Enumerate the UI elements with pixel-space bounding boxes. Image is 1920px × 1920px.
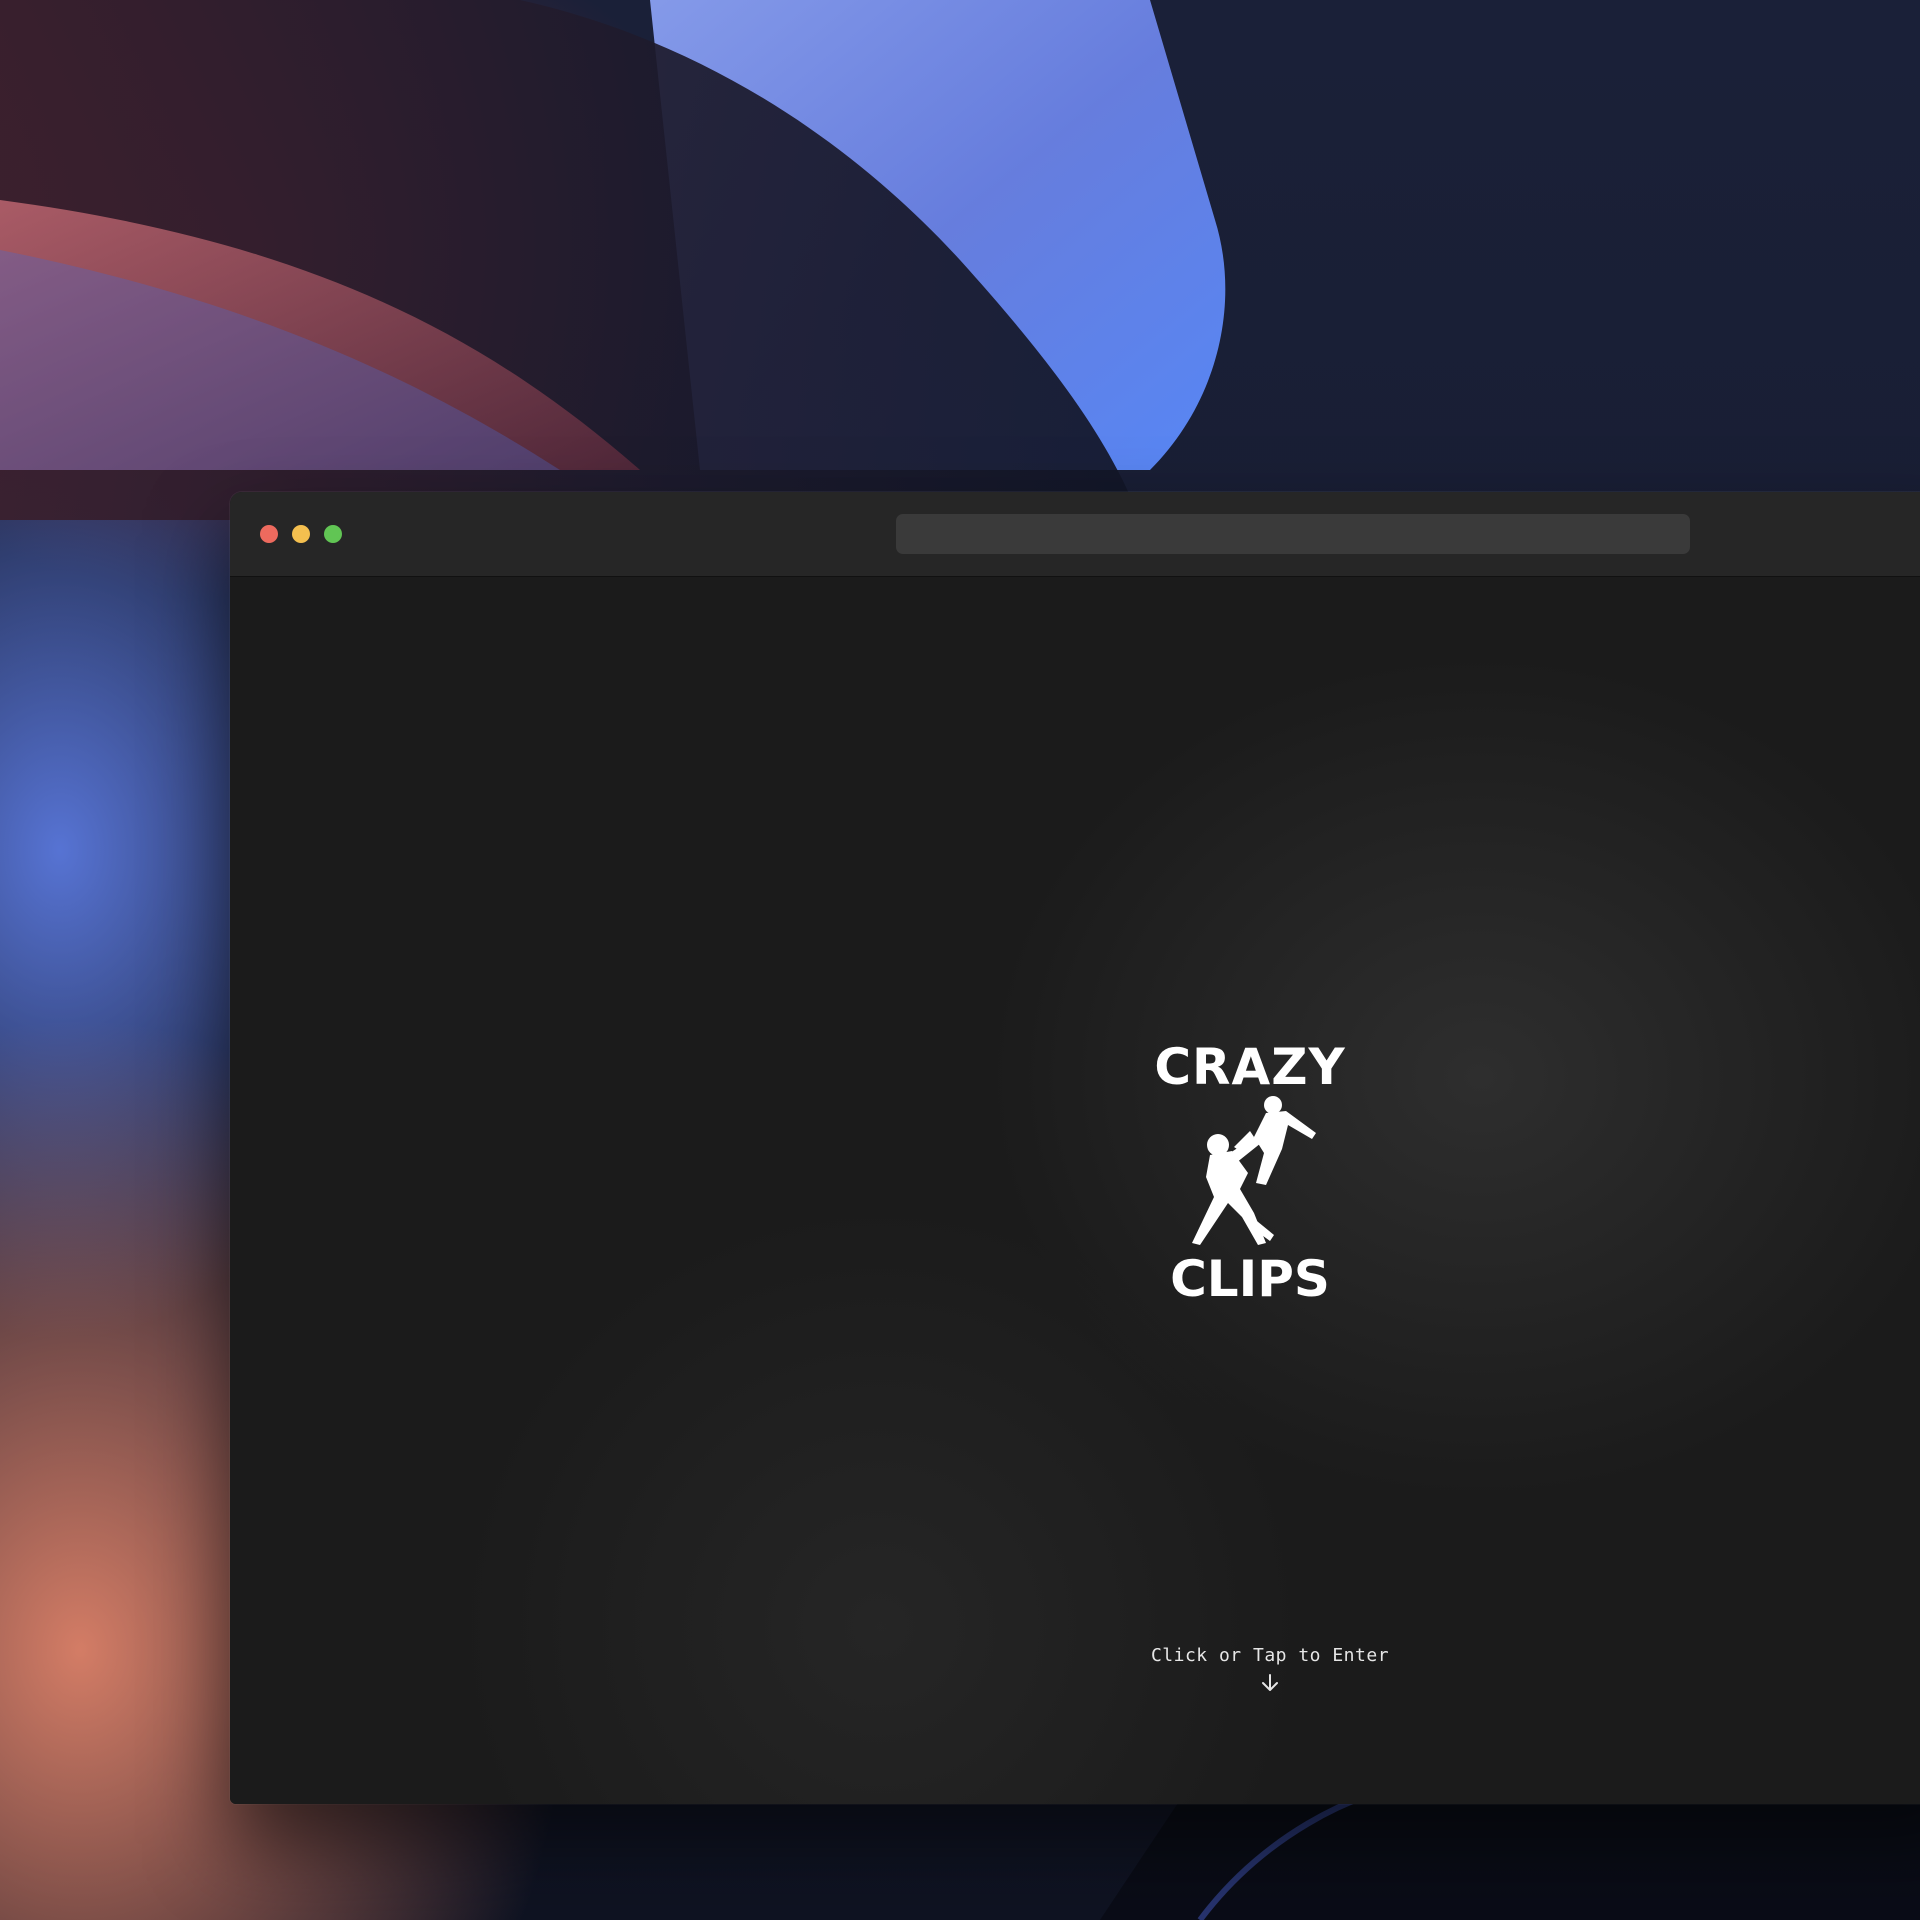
arrow-down-icon (1262, 1674, 1278, 1691)
address-bar[interactable] (896, 514, 1690, 554)
fighters-silhouette-icon (1192, 1096, 1316, 1245)
enter-label: Click or Tap to Enter (1150, 1645, 1390, 1666)
logo-text-top: CRAZY (1154, 1038, 1346, 1096)
browser-window: CRAZY CLIPS Click or Tap to Enter (230, 492, 1920, 1804)
desktop: CRAZY CLIPS Click or Tap to Enter (0, 0, 1920, 1920)
logo-text-bottom: CLIPS (1170, 1250, 1330, 1308)
splash-page[interactable]: CRAZY CLIPS Click or Tap to Enter (230, 577, 1920, 1804)
enter-button[interactable]: Click or Tap to Enter (230, 1645, 1920, 1694)
close-window-button[interactable] (260, 525, 278, 543)
maximize-window-button[interactable] (324, 525, 342, 543)
crazy-clips-logo: CRAZY CLIPS (1145, 1037, 1355, 1317)
minimize-window-button[interactable] (292, 525, 310, 543)
browser-titlebar (230, 492, 1920, 577)
